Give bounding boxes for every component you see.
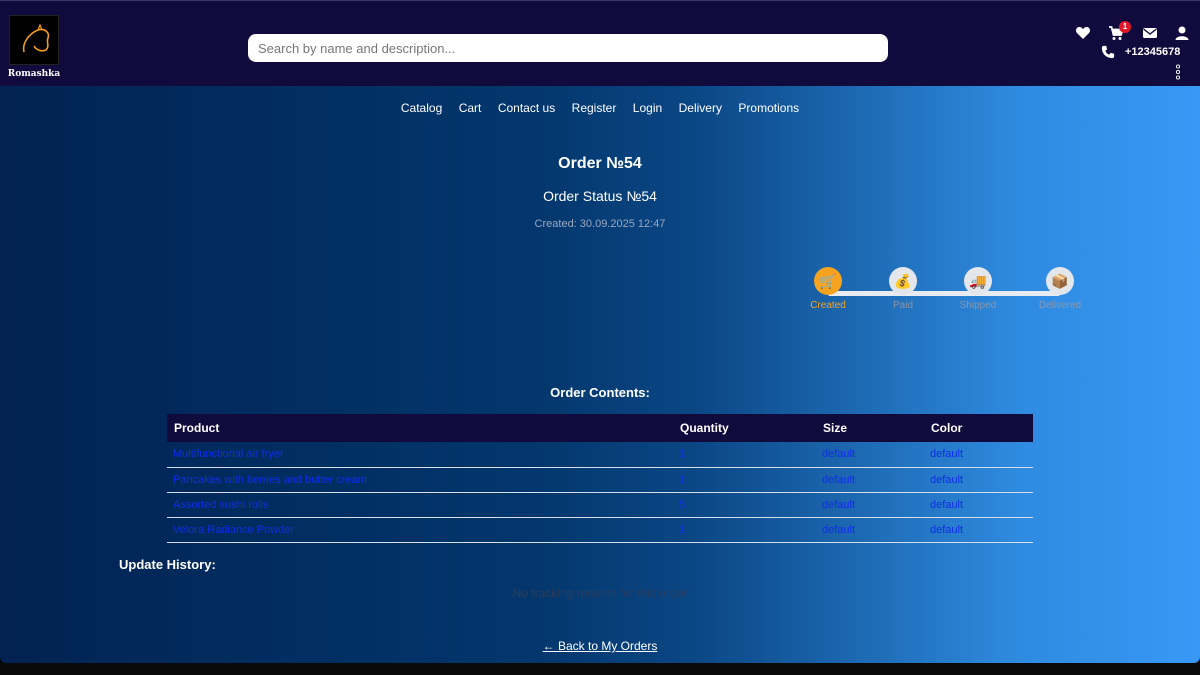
tracker-step-label: Paid <box>892 300 913 311</box>
tracker-step-icon: 📦 <box>1046 267 1074 295</box>
nav-delivery[interactable]: Delivery <box>679 101 722 115</box>
order-title: Order №54 <box>558 155 642 172</box>
product-color: default <box>924 517 1033 543</box>
cart-count-badge: 1 <box>1119 21 1131 33</box>
nav-catalog[interactable]: Catalog <box>401 101 442 115</box>
back-link-container: ← Back to My Orders <box>0 637 1200 655</box>
product-size: default <box>816 442 924 468</box>
order-status-title: Order Status №54 <box>543 188 657 204</box>
product-name[interactable]: Velora Radiance Powder <box>167 517 673 543</box>
tracker-step-shipped: 🚚 Shipped <box>938 267 1018 311</box>
product-name[interactable]: Assorted sushi rolls <box>167 492 673 518</box>
search-input[interactable] <box>248 34 888 62</box>
phone-number: +12345678 <box>1125 46 1181 58</box>
product-quantity: 1 <box>673 517 816 543</box>
tracker-step-icon: 🛒 <box>814 267 842 295</box>
column-header-size: Size <box>816 414 924 442</box>
table-header-row: Product Quantity Size Color <box>167 414 1033 442</box>
main-nav: Catalog Cart Contact us Register Login D… <box>0 99 1200 117</box>
nav-promotions[interactable]: Promotions <box>738 101 799 115</box>
more-options-icon[interactable] <box>1173 64 1183 80</box>
tracker-step-delivered: 📦 Delivered <box>1020 267 1100 311</box>
bottom-bar <box>0 663 1200 675</box>
tracker-step-icon: 🚚 <box>964 267 992 295</box>
table-row: Assorted sushi rolls 5 default default <box>167 492 1033 518</box>
tracker-step-created: 🛒 Created <box>788 267 868 311</box>
page: Romashka 1 +12345678 Catalog <box>0 0 1200 663</box>
nav-cart[interactable]: Cart <box>459 101 482 115</box>
order-created-date: Created: 30.09.2025 12:47 <box>534 218 666 230</box>
horse-logo-icon <box>22 23 50 53</box>
product-quantity: 5 <box>673 492 816 518</box>
back-to-orders-link[interactable]: ← Back to My Orders <box>543 639 658 653</box>
product-quantity: 1 <box>673 442 816 468</box>
table-row: Multifunctional air fryer 1 default defa… <box>167 442 1033 468</box>
tracker-step-label: Shipped <box>959 300 997 311</box>
nav-login[interactable]: Login <box>633 101 662 115</box>
product-color: default <box>924 442 1033 468</box>
product-size: default <box>816 517 924 543</box>
tracker-step-paid: 💰 Paid <box>863 267 943 311</box>
logo[interactable] <box>9 15 59 65</box>
tracker-step-icon: 💰 <box>889 267 917 295</box>
update-history-title: Update History: <box>119 557 216 572</box>
tracker-step-label: Delivered <box>1038 300 1082 311</box>
column-header-product: Product <box>167 414 673 442</box>
product-size: default <box>816 467 924 493</box>
product-color: default <box>924 467 1033 493</box>
nav-register[interactable]: Register <box>572 101 617 115</box>
history-empty-message: No tracking records for this order <box>512 586 688 600</box>
column-header-quantity: Quantity <box>673 414 816 442</box>
product-size: default <box>816 492 924 518</box>
header: Romashka 1 +12345678 <box>0 0 1200 86</box>
mail-icon[interactable] <box>1142 25 1158 41</box>
product-name[interactable]: Multifunctional air fryer <box>167 442 673 468</box>
phone-icon <box>1101 45 1115 59</box>
nav-contact-us[interactable]: Contact us <box>498 101 555 115</box>
product-color: default <box>924 492 1033 518</box>
order-contents-table: Product Quantity Size Color Multifunctio… <box>167 414 1033 543</box>
heart-icon[interactable] <box>1075 25 1091 41</box>
product-name[interactable]: Pancakes with berries and butter cream <box>167 467 673 493</box>
brand-name: Romashka <box>7 69 61 79</box>
table-row: Pancakes with berries and butter cream 1… <box>167 467 1033 493</box>
table-row: Velora Radiance Powder 1 default default <box>167 517 1033 543</box>
tracker-step-label: Created <box>810 300 846 311</box>
user-icon[interactable] <box>1174 25 1190 41</box>
product-quantity: 1 <box>673 467 816 493</box>
column-header-color: Color <box>924 414 1033 442</box>
order-contents-title: Order Contents: <box>550 385 650 400</box>
